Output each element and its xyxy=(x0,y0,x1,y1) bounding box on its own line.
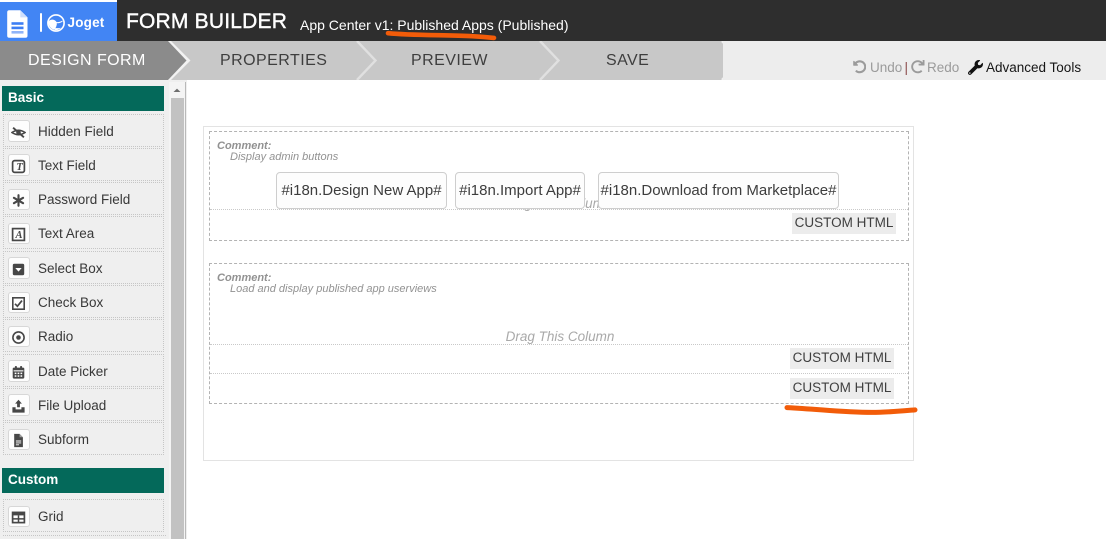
svg-text:T: T xyxy=(17,162,24,173)
svg-text:A: A xyxy=(15,230,23,241)
